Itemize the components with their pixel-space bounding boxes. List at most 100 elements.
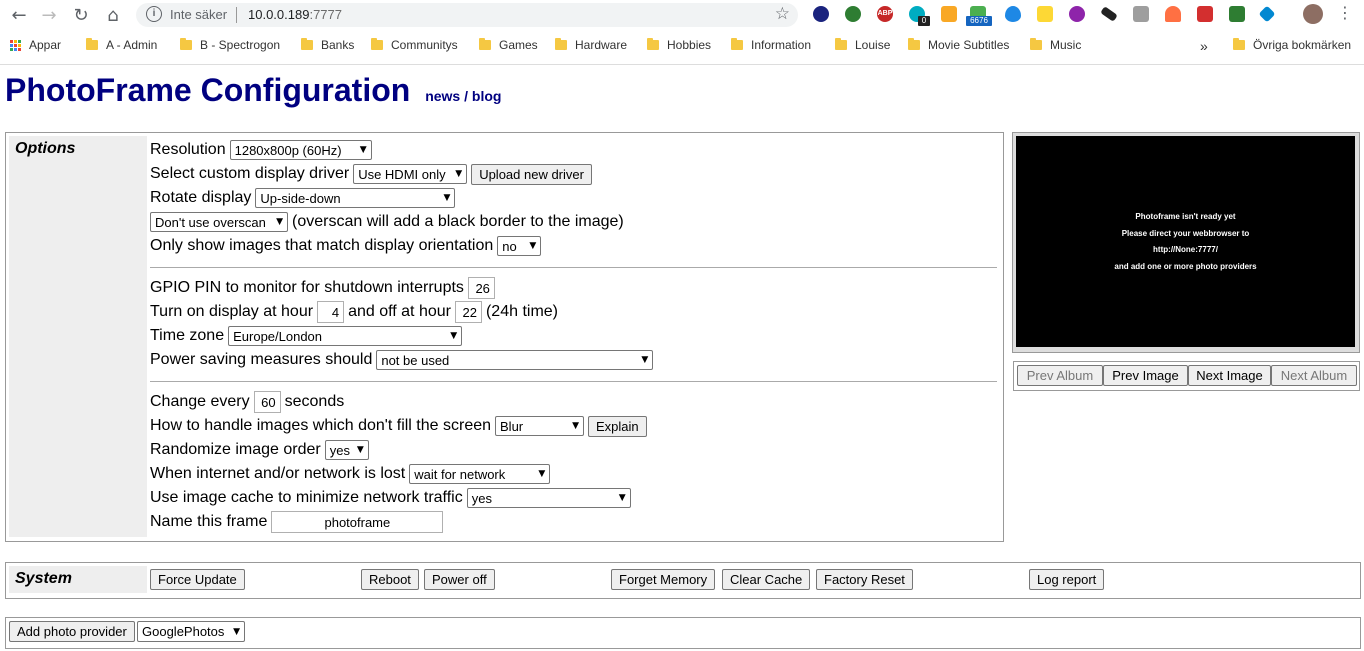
preview-line: Please direct your webbrowser to <box>1121 229 1250 238</box>
orientation-select[interactable]: no ▼ <box>497 236 542 256</box>
address-bar[interactable]: i Inte säker 10.0.0.189:7777 ☆ <box>136 3 798 27</box>
extension-icon-6[interactable] <box>941 6 957 22</box>
browser-chrome: ← → ↻ ⌂ i Inte säker 10.0.0.189:7777 ☆ A… <box>0 0 1364 65</box>
extension-icon-11[interactable] <box>1100 6 1118 22</box>
folder-icon <box>86 38 98 50</box>
gpio-input[interactable]: 26 <box>467 277 495 299</box>
power-value: not be used <box>381 352 450 368</box>
log-report-button[interactable]: Log report <box>1029 569 1105 590</box>
bookmark-label: Hobbies <box>667 38 712 52</box>
force-update-button[interactable]: Force Update <box>150 569 245 590</box>
resolution-label: Resolution <box>150 141 226 158</box>
overscan-select[interactable]: Don't use overscan ▼ <box>150 212 288 232</box>
prev-image-button[interactable]: Prev Image <box>1103 365 1188 386</box>
browser-menu-icon[interactable]: ⋮ <box>1337 3 1353 22</box>
clear-cache-button[interactable]: Clear Cache <box>722 569 811 590</box>
extension-icon-2[interactable] <box>845 6 861 22</box>
url-host: 10.0.0.189 <box>248 7 310 22</box>
bookmark-folder[interactable]: Games <box>479 38 538 52</box>
bookmark-folder[interactable]: A - Admin <box>86 38 157 52</box>
next-album-button[interactable]: Next Album <box>1271 365 1357 386</box>
blog-link[interactable]: blog <box>472 88 502 104</box>
frame-name-input[interactable]: photoframe <box>271 511 444 533</box>
factory-reset-button[interactable]: Factory Reset <box>816 569 913 590</box>
power-select[interactable]: not be used ▼ <box>376 350 654 370</box>
bookmark-star-icon[interactable]: ☆ <box>775 4 790 24</box>
randomize-select[interactable]: yes ▼ <box>324 440 369 460</box>
rotate-select[interactable]: Up-side-down ▼ <box>255 188 456 208</box>
forget-memory-button[interactable]: Forget Memory <box>611 569 716 590</box>
folder-icon <box>301 38 313 50</box>
reboot-button[interactable]: Reboot <box>361 569 419 590</box>
folder-icon <box>180 38 192 50</box>
extension-icon-8[interactable] <box>1005 6 1021 22</box>
extension-icon-16[interactable] <box>1258 5 1276 23</box>
overscan-row: Don't use overscan ▼ (overscan will add a… <box>150 211 628 233</box>
prev-album-button[interactable]: Prev Album <box>1017 365 1103 386</box>
options-section-label: Options <box>9 136 147 537</box>
bookmark-folder[interactable]: Movie Subtitles <box>908 38 1009 52</box>
fill-select[interactable]: Blur ▼ <box>495 416 585 436</box>
bookmark-label: Hardware <box>575 38 628 52</box>
driver-select[interactable]: Use HDMI only ▼ <box>353 164 468 184</box>
extension-icon-9[interactable] <box>1037 6 1053 22</box>
extension-icon-12[interactable] <box>1133 6 1149 22</box>
bookmark-folder[interactable]: Information <box>731 38 811 52</box>
fill-label: How to handle images which don't fill th… <box>150 417 492 434</box>
adblock-icon[interactable]: ABP <box>877 6 893 22</box>
omnibox-divider <box>236 7 237 23</box>
network-select[interactable]: wait for network ▼ <box>409 464 551 484</box>
frame-name-label: Name this frame <box>150 513 268 530</box>
display-off-input[interactable]: 22 <box>454 301 482 323</box>
provider-value: GooglePhotos <box>142 624 225 639</box>
back-icon[interactable]: ← <box>8 4 30 26</box>
bookmark-apps[interactable]: Appar <box>10 38 61 52</box>
reload-icon[interactable]: ↻ <box>70 4 92 26</box>
change-label: Change every <box>150 393 250 410</box>
dropdown-arrow-icon: ▼ <box>233 626 240 637</box>
news-link[interactable]: news <box>425 88 460 104</box>
bookmark-folder[interactable]: Louise <box>835 38 890 52</box>
frame-name-row: Name this frame photoframe <box>150 511 447 533</box>
bookmark-label: Louise <box>855 38 891 52</box>
profile-avatar[interactable] <box>1303 4 1323 24</box>
bookmarks-overflow-icon[interactable]: » <box>1200 38 1208 54</box>
upload-driver-button[interactable]: Upload new driver <box>471 163 592 185</box>
bookmark-other[interactable]: Övriga bokmärken <box>1233 38 1351 52</box>
bookmark-folder[interactable]: Banks <box>301 38 354 52</box>
bookmark-label: A - Admin <box>106 38 158 52</box>
home-icon[interactable]: ⌂ <box>102 4 124 26</box>
resolution-select[interactable]: 1280x800p (60Hz) ▼ <box>229 140 372 160</box>
randomize-value: yes <box>329 442 350 458</box>
extension-icon-10[interactable] <box>1069 6 1085 22</box>
change-input[interactable]: 60 <box>253 391 281 413</box>
bookmark-folder[interactable]: B - Spectrogon <box>180 38 280 52</box>
bookmark-folder[interactable]: Hardware <box>555 38 627 52</box>
display-on-input[interactable]: 4 <box>317 301 345 323</box>
rotate-row: Rotate display Up-side-down ▼ <box>150 187 459 209</box>
bookmark-folder[interactable]: Hobbies <box>647 38 711 52</box>
extension-icon-13[interactable] <box>1165 6 1181 22</box>
cache-value: yes <box>471 490 492 506</box>
next-image-button[interactable]: Next Image <box>1188 365 1271 386</box>
timezone-value: Europe/London <box>233 328 323 344</box>
add-photo-provider-button[interactable]: Add photo provider <box>9 621 135 642</box>
extension-icon-15[interactable] <box>1229 6 1245 22</box>
power-off-button[interactable]: Power off <box>424 569 495 590</box>
dropdown-arrow-icon: ▼ <box>641 355 649 365</box>
bookmark-folder[interactable]: Music <box>1030 38 1081 52</box>
dropdown-arrow-icon: ▼ <box>618 493 626 503</box>
cache-select[interactable]: yes ▼ <box>466 488 631 508</box>
section-divider <box>150 267 997 268</box>
explain-button[interactable]: Explain <box>588 415 647 437</box>
forward-icon[interactable]: → <box>38 4 60 26</box>
url-text[interactable]: 10.0.0.189:7777 <box>248 7 342 22</box>
provider-select[interactable]: GooglePhotos ▼ <box>137 621 245 642</box>
extension-icon-1[interactable] <box>813 6 829 22</box>
fill-value: Blur <box>500 418 524 434</box>
bookmark-label: B - Spectrogon <box>200 38 281 52</box>
timezone-select[interactable]: Europe/London ▼ <box>228 326 463 346</box>
info-icon[interactable]: i <box>146 6 162 22</box>
bookmark-folder[interactable]: Communitys <box>371 38 458 52</box>
extension-icon-14[interactable] <box>1197 6 1213 22</box>
